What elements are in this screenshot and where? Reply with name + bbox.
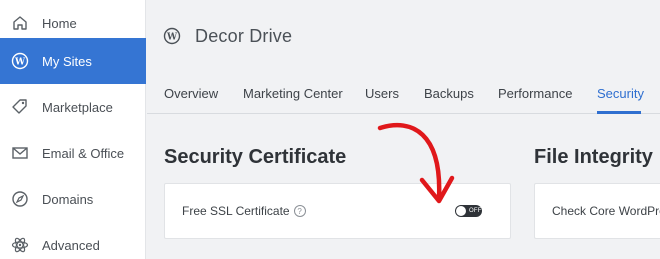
sidebar-item-email-office[interactable]: Email & Office	[0, 130, 146, 176]
wordpress-icon: W	[0, 52, 40, 70]
annotation-arrow-icon	[377, 122, 455, 204]
sidebar-item-label: My Sites	[42, 53, 92, 69]
security-certificate-heading: Security Certificate	[164, 146, 347, 168]
sidebar-item-label: Home	[42, 15, 77, 31]
ssl-row: Free SSL Certificate ?	[182, 204, 306, 218]
sidebar-item-advanced[interactable]: Advanced	[0, 222, 146, 259]
ssl-label: Free SSL Certificate	[182, 204, 290, 218]
sidebar-item-label: Email & Office	[42, 145, 125, 161]
check-core-label: Check Core WordPress	[552, 204, 660, 218]
tab-overview[interactable]: Overview	[164, 86, 218, 101]
tab-performance[interactable]: Performance	[498, 86, 572, 101]
home-icon	[0, 14, 40, 32]
sidebar-item-label: Domains	[42, 191, 94, 207]
sidebar-item-label: Advanced	[42, 237, 100, 253]
atom-icon	[0, 236, 40, 254]
sidebar-item-my-sites[interactable]: W My Sites	[0, 38, 146, 84]
tab-users[interactable]: Users	[365, 86, 399, 101]
wordpress-icon: W	[163, 27, 181, 45]
active-tab-indicator	[597, 111, 641, 114]
svg-text:W: W	[14, 58, 26, 68]
file-integrity-heading: File Integrity	[534, 146, 653, 168]
page-title: Decor Drive	[195, 25, 293, 46]
sidebar-item-marketplace[interactable]: Marketplace	[0, 84, 146, 130]
sidebar-item-label: Marketplace	[42, 99, 113, 115]
sidebar-item-domains[interactable]: Domains	[0, 176, 146, 222]
tag-icon	[0, 98, 40, 116]
mail-icon	[0, 144, 40, 162]
file-integrity-card: Check Core WordPress	[534, 183, 660, 239]
compass-icon	[0, 190, 40, 208]
site-header: W Decor Drive	[163, 22, 292, 50]
tab-backups[interactable]: Backups	[424, 86, 474, 101]
svg-text:W: W	[166, 33, 178, 43]
tab-security[interactable]: Security	[597, 86, 644, 101]
toggle-state-label: OFF	[469, 208, 482, 214]
help-icon[interactable]: ?	[293, 205, 306, 217]
tab-marketing-center[interactable]: Marketing Center	[243, 86, 343, 101]
main-content: W Decor Drive Overview Marketing Center …	[147, 0, 660, 259]
sidebar: Home W My Sites Marketplace Email & Offi…	[0, 0, 146, 259]
tab-bar: Overview Marketing Center Users Backups …	[147, 80, 660, 114]
